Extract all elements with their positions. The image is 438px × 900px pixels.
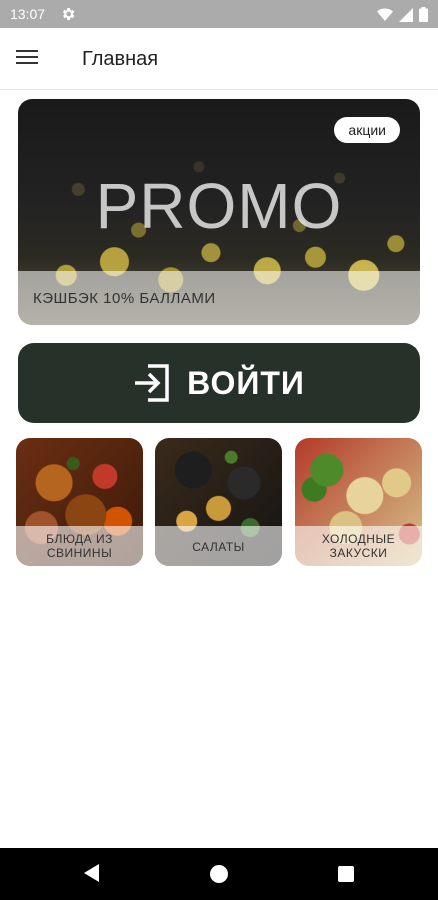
status-icons (377, 7, 428, 22)
promo-word: PROMO (95, 170, 343, 242)
system-nav-bar (0, 848, 438, 900)
category-label-line2: СВИНИНЫ (46, 546, 113, 560)
gear-icon (62, 8, 75, 20)
promo-badge[interactable]: акции (334, 117, 400, 143)
category-label: БЛЮДА ИЗ СВИНИНЫ (16, 532, 143, 560)
back-icon[interactable] (84, 864, 99, 882)
login-label: ВОЙТИ (187, 364, 305, 401)
hamburger-menu-icon[interactable] (16, 46, 44, 72)
status-time: 13:07 (10, 6, 46, 22)
category-label-line2: ЗАКУСКИ (329, 546, 388, 560)
category-label: ХОЛОДНЫЕ ЗАКУСКИ (295, 532, 422, 560)
signal-icon (399, 7, 413, 22)
category-label-line1: БЛЮДА ИЗ (46, 532, 113, 546)
category-label-line1: САЛАТЫ (192, 540, 245, 554)
category-pork-dishes[interactable]: БЛЮДА ИЗ СВИНИНЫ (16, 438, 143, 566)
category-salads[interactable]: САЛАТЫ (155, 438, 282, 566)
category-cold-appetizers[interactable]: ХОЛОДНЫЕ ЗАКУСКИ (295, 438, 422, 566)
page-title: Главная (82, 48, 159, 70)
category-list: БЛЮДА ИЗ СВИНИНЫ САЛАТЫ ХОЛОДНЫЕ ЗАКУСКИ (16, 438, 422, 566)
home-icon[interactable] (210, 865, 228, 883)
login-icon (135, 364, 169, 402)
promo-caption: КЭШБЭК 10% БАЛЛАМИ (33, 290, 216, 307)
category-label-line1: ХОЛОДНЫЕ (321, 532, 396, 546)
recents-icon[interactable] (338, 866, 354, 882)
login-button[interactable]: ВОЙТИ (18, 343, 420, 423)
app-bar: Главная (0, 28, 438, 90)
battery-icon (419, 7, 428, 22)
category-label: САЛАТЫ (155, 540, 282, 554)
promo-banner[interactable]: PROMO акции КЭШБЭК 10% БАЛЛАМИ (18, 99, 420, 325)
status-bar: 13:07 (0, 0, 438, 28)
wifi-icon (377, 8, 393, 21)
